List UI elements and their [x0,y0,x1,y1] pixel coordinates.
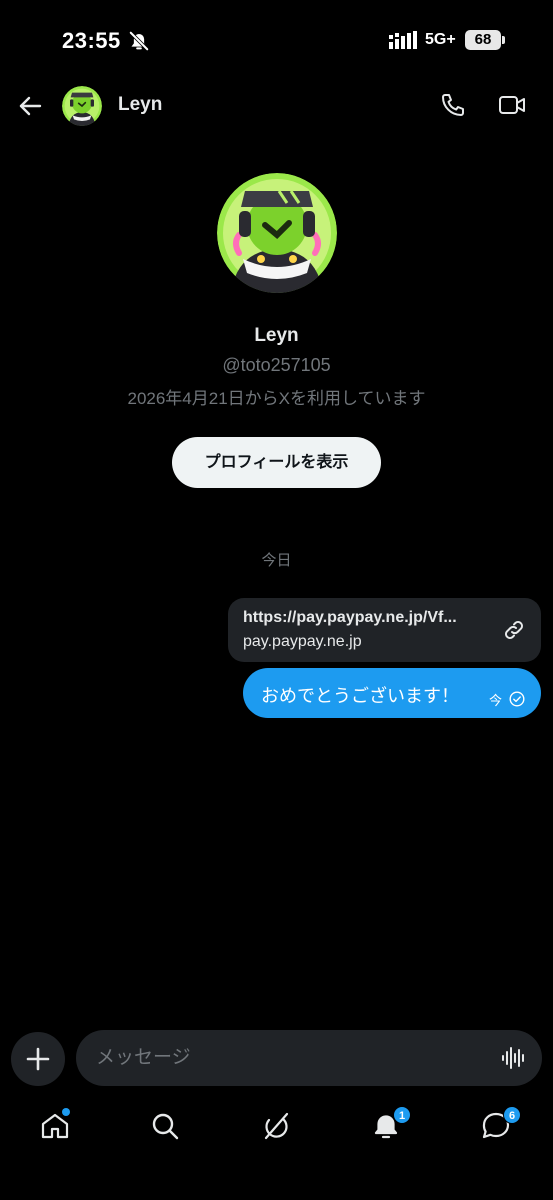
conversation-header: Leyn [0,80,553,132]
link-icon [505,621,523,639]
link-domain: pay.paypay.ne.jp [243,633,362,650]
message-input[interactable] [76,1030,542,1086]
signal-icon [389,31,417,49]
home-unread-dot [62,1108,70,1116]
profile-avatar-image [217,173,337,293]
status-bar: 23:55 5G+ 68 [0,0,553,80]
nav-notifications[interactable]: 1 [368,1106,411,1144]
message-text: おめでとうございます！ [261,686,459,706]
avatar[interactable] [62,86,102,126]
message-time: 今 [489,693,503,708]
battery-icon [502,36,505,44]
message-bubble[interactable]: おめでとうございます！ 今 [243,668,541,718]
phone-call-icon[interactable] [440,92,466,118]
search-icon [152,1113,179,1140]
back-arrow-icon[interactable] [16,92,44,120]
grok-icon [264,1112,289,1140]
nav-grok[interactable] [258,1108,294,1144]
view-profile-button[interactable]: プロフィールを表示 [172,437,381,488]
bell-muted-icon [128,30,150,52]
nav-search[interactable] [147,1108,183,1144]
sent-check-icon [509,691,525,707]
profile-joined-date: 2026年4月21日からXを利用しています [127,389,426,408]
nav-home[interactable] [37,1108,73,1144]
battery-level: 68 [465,30,501,50]
add-attachment-button[interactable] [11,1032,65,1086]
video-call-icon[interactable] [498,92,526,118]
date-separator: 今日 [261,552,292,569]
network-type: 5G+ [425,31,456,48]
notifications-badge: 1 [393,1106,411,1124]
profile-name: Leyn [254,325,299,346]
voice-message-icon[interactable] [501,1046,527,1070]
link-url: https://pay.paypay.ne.jp/Vf... [243,609,457,626]
plus-icon [26,1047,50,1071]
link-preview-card[interactable]: https://pay.paypay.ne.jp/Vf... pay.paypa… [228,598,541,662]
status-time: 23:55 [62,28,121,53]
messages-badge: 6 [503,1106,521,1124]
profile-avatar[interactable] [217,173,337,293]
profile-handle: @toto257105 [222,355,331,375]
bottom-navigation: 1 6 [0,1100,553,1200]
avatar-image [62,86,102,126]
conversation-title[interactable]: Leyn [118,94,162,116]
nav-messages[interactable]: 6 [478,1106,521,1144]
